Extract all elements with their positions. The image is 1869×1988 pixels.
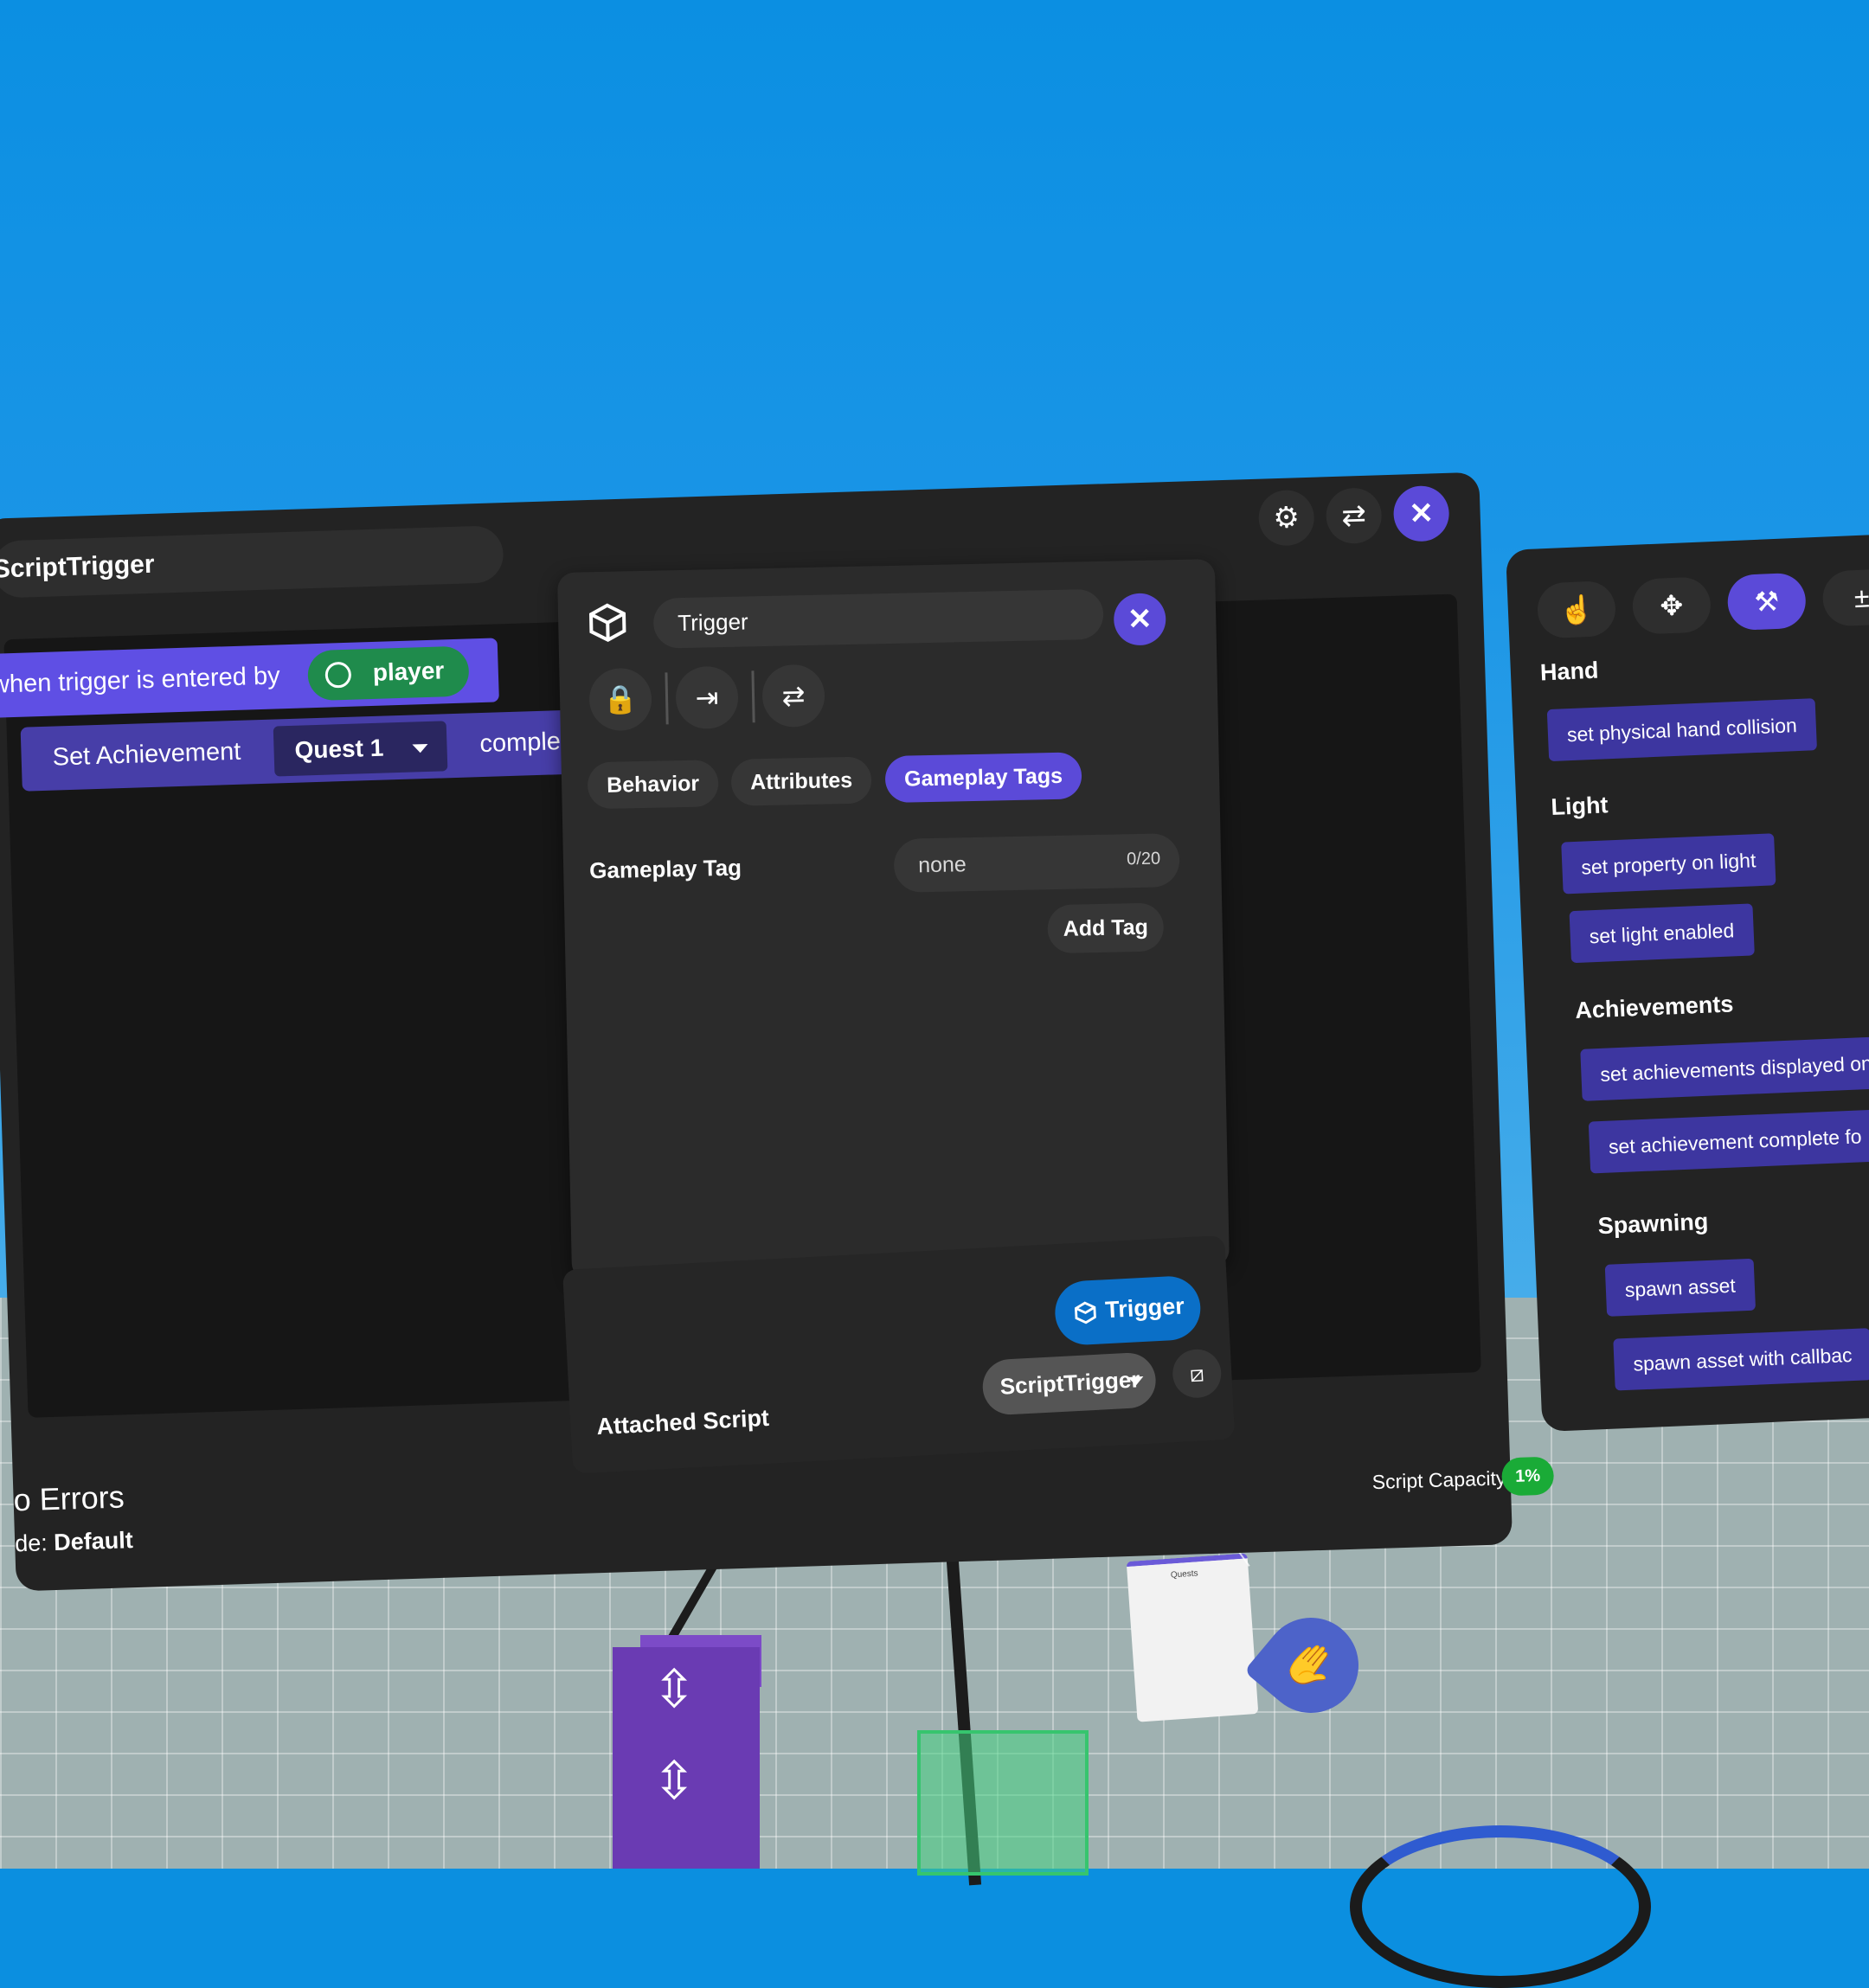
- palette-item[interactable]: set achievements displayed on: [1580, 1036, 1869, 1101]
- controller-ring: [1350, 1825, 1651, 1988]
- tab-behavior[interactable]: Behavior: [588, 760, 719, 809]
- player-param[interactable]: player: [307, 645, 470, 701]
- divider: [751, 670, 755, 722]
- script-dropdown[interactable]: ScriptTrigger: [981, 1351, 1157, 1415]
- errors-status: o Errors: [13, 1478, 125, 1518]
- chevron-down-icon: [412, 744, 427, 754]
- scroll-icon: ⇳: [652, 1751, 696, 1812]
- gear-icon[interactable]: ⚙: [1258, 490, 1315, 547]
- palette-item[interactable]: set light enabled: [1570, 903, 1755, 963]
- import-icon[interactable]: ⇥: [675, 666, 738, 729]
- capacity-label: Script Capacity: [1371, 1466, 1506, 1494]
- tab-attributes[interactable]: Attributes: [731, 756, 872, 805]
- move-icon[interactable]: ✥: [1632, 576, 1712, 635]
- palette-item[interactable]: set property on light: [1561, 833, 1776, 894]
- trigger-pill-label: Trigger: [1104, 1292, 1185, 1324]
- tab-gameplay-tags[interactable]: Gameplay Tags: [885, 752, 1082, 803]
- card-title: Quests: [1171, 1568, 1198, 1580]
- palette-item[interactable]: set physical hand collision: [1547, 698, 1817, 761]
- lock-icon[interactable]: 🔒: [588, 668, 652, 731]
- gameplay-tag-label: Gameplay Tag: [589, 855, 742, 885]
- quest-value: Quest 1: [294, 734, 384, 765]
- object-name-field[interactable]: Trigger: [653, 589, 1104, 649]
- attached-script-label: Attached Script: [596, 1405, 770, 1440]
- user-icon: [324, 662, 351, 689]
- player-label: player: [372, 657, 444, 687]
- tag-value: none: [918, 852, 967, 878]
- action-palette: ☝ ✥ ⚒ ± Hand set physical hand collision…: [1506, 533, 1869, 1432]
- quests-card[interactable]: Quests: [1127, 1553, 1259, 1722]
- trigger-object-pill[interactable]: Trigger: [1054, 1275, 1203, 1347]
- section-achievements: Achievements: [1575, 991, 1734, 1024]
- mode-status: de: Default: [15, 1527, 133, 1557]
- palette-item[interactable]: set achievement complete fo: [1589, 1109, 1869, 1173]
- math-icon[interactable]: ±: [1821, 568, 1869, 627]
- attached-script-panel: Trigger ScriptTrigger ⧄ Attached Script: [562, 1235, 1235, 1474]
- cube-icon: [1074, 1301, 1097, 1324]
- gameplay-tag-input[interactable]: none 0/20: [894, 833, 1180, 893]
- script-name: ScriptTrigger: [999, 1366, 1140, 1400]
- tag-count: 0/20: [1127, 849, 1160, 869]
- mode-value: Default: [54, 1527, 133, 1555]
- hammer-icon[interactable]: ⚒: [1726, 573, 1807, 632]
- palette-item[interactable]: spawn asset with callbac: [1613, 1328, 1869, 1390]
- add-tag-button[interactable]: Add Tag: [1047, 902, 1164, 953]
- section-light: Light: [1551, 792, 1609, 821]
- chevron-down-icon: [1127, 1376, 1143, 1386]
- divider: [665, 672, 668, 724]
- trigger-volume[interactable]: [917, 1730, 1089, 1876]
- section-hand: Hand: [1539, 657, 1599, 687]
- script-title: ScriptTrigger: [0, 550, 155, 585]
- script-cube[interactable]: ⇳ ⇳: [613, 1647, 760, 1869]
- swap-icon[interactable]: ⇄: [1326, 487, 1383, 544]
- quest-dropdown[interactable]: Quest 1: [273, 721, 448, 776]
- close-icon[interactable]: ✕: [1393, 485, 1450, 542]
- section-spawning: Spawning: [1597, 1209, 1709, 1240]
- touch-icon[interactable]: ☝: [1537, 580, 1617, 639]
- mode-label: de:: [15, 1529, 48, 1556]
- capacity-badge: 1%: [1501, 1457, 1554, 1497]
- unlink-icon[interactable]: ⧄: [1172, 1348, 1223, 1399]
- scroll-icon: ⇳: [652, 1659, 696, 1720]
- properties-popup: Trigger ✕ 🔒 ⇥ ⇄ Behavior Attributes Game…: [557, 559, 1230, 1280]
- cube-icon: [588, 602, 628, 643]
- palette-item[interactable]: spawn asset: [1605, 1259, 1756, 1317]
- object-name: Trigger: [678, 608, 748, 637]
- action-label: Set Achievement: [52, 738, 241, 773]
- swap-icon[interactable]: ⇄: [761, 664, 825, 728]
- close-icon[interactable]: ✕: [1114, 593, 1166, 645]
